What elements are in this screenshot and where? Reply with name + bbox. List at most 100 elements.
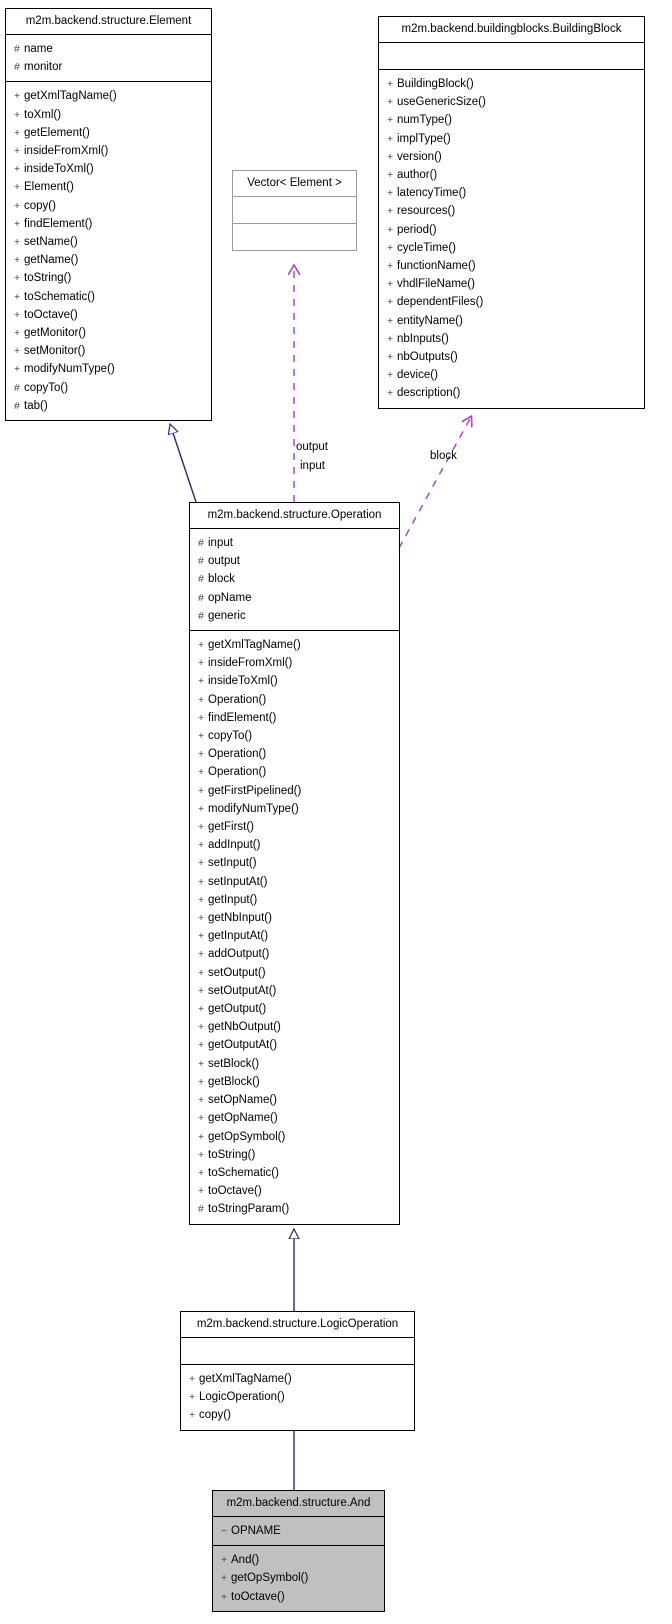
member-name: copy() [24,199,56,212]
member-name: modifyNumType() [24,363,115,376]
class-member-row: ~ OPNAME [213,1522,384,1540]
member-visibility: + [14,327,21,340]
class-member-row: + cycleTime() [379,239,644,257]
member-name: numType() [397,114,452,127]
member-visibility: + [387,78,394,90]
member-visibility: + [387,332,394,345]
class-box-element[interactable]: m2m.backend.structure.Element # name # moni… [5,8,212,422]
class-member-row: + Operation() [190,745,399,763]
class-member-row: + setOutputAt() [190,982,399,1000]
member-name: getOpSymbol() [208,1130,286,1143]
uml-class-diagram: m2m.backend.structure.Element # name # moni… [0,0,672,1624]
class-member-row: + getOutputAt() [190,1036,399,1054]
member-visibility: # [198,555,204,568]
member-visibility: # [198,537,204,549]
member-name: insideToXml() [208,675,278,688]
member-name: getXmlTagName() [199,1373,292,1385]
class-member-row: + toSchematic() [6,288,211,306]
member-name: setOpName() [208,1094,278,1107]
member-visibility: + [387,351,394,364]
class-member-row: + addOutput() [190,945,399,963]
member-visibility: + [14,254,21,267]
member-name: toOctave() [231,1590,285,1603]
class-member-row: + getNbInput() [190,909,399,927]
member-name: output [208,555,240,568]
class-member-row: # output [190,552,399,570]
member-visibility: + [14,363,21,376]
member-name: version() [397,150,442,163]
member-visibility: + [14,145,21,158]
class-member-row: + nbOutputs() [379,348,644,366]
member-name: getOpName() [208,1112,278,1125]
member-visibility: + [198,966,205,979]
member-visibility: + [14,290,21,303]
class-member-row: + getName() [6,251,211,269]
class-member-row: + latencyTime() [379,184,644,202]
member-name: monitor [24,61,63,74]
class-box-logicoperation[interactable]: m2m.backend.structure.LogicOperation + ge… [180,1311,415,1431]
class-member-row: + implType() [379,130,644,148]
class-box-operation[interactable]: m2m.backend.structure.Operation # input # o… [189,502,400,1225]
member-visibility: + [14,308,21,321]
class-member-row: + getFirstPipelined() [190,782,399,800]
edge-label-output: output [296,441,328,453]
class-member-row: + functionName() [379,257,644,275]
member-visibility: + [221,1590,228,1603]
class-member-row: + toOctave() [190,1182,399,1200]
class-member-row: + dependentFiles() [379,293,644,311]
class-methods-vector-element [233,224,356,250]
class-member-row: + insideFromXml() [6,142,211,160]
class-title-vector-element: Vector< Element > [233,171,356,197]
member-visibility: + [14,345,21,358]
member-visibility: + [198,821,205,834]
member-visibility: # [198,1203,204,1216]
class-member-row: + getInputAt() [190,927,399,945]
member-visibility: + [387,223,394,236]
member-visibility: + [198,857,205,870]
member-name: device() [397,369,438,382]
class-title-and: m2m.backend.structure.And [213,1491,384,1517]
member-visibility: + [198,1003,205,1016]
class-member-row: + modifyNumType() [6,360,211,378]
class-member-row: + setName() [6,233,211,251]
member-visibility: + [14,108,21,121]
member-name: toOctave() [24,308,78,321]
class-member-row: + findElement() [190,709,399,727]
member-name: period() [397,223,437,236]
class-member-row: # name [6,40,211,58]
member-visibility: + [198,766,205,779]
member-visibility: + [387,169,394,182]
class-member-row: + setBlock() [190,1055,399,1073]
member-visibility: # [198,609,204,622]
class-title-buildingblock: m2m.backend.buildingblocks.BuildingBlock [379,17,644,43]
class-box-buildingblock[interactable]: m2m.backend.buildingblocks.BuildingBlock… [378,16,645,409]
member-visibility: + [387,96,394,109]
class-methods-buildingblock: + BuildingBlock() + useGenericSize() + numTyp… [379,70,644,408]
member-name: getOpSymbol() [231,1572,309,1585]
member-visibility: + [198,748,205,761]
member-visibility: + [198,984,205,997]
member-name: cycleTime() [397,241,456,254]
member-visibility: + [198,1112,205,1125]
member-name: input [208,537,233,549]
class-member-row: + copy() [181,1406,414,1424]
member-name: getInput() [208,893,258,906]
member-name: toSchematic() [24,290,95,303]
member-name: toStringParam() [208,1203,290,1216]
member-name: setInput() [208,857,257,870]
member-name: generic [208,609,246,622]
class-member-row: + Operation() [190,691,399,709]
class-member-row: + setOpName() [190,1091,399,1109]
member-visibility: + [387,369,394,382]
class-box-and[interactable]: m2m.backend.structure.And ~ OPNAME + And()… [212,1490,385,1612]
class-box-vector-element[interactable]: Vector< Element > [232,170,357,251]
member-visibility: + [387,150,394,163]
member-name: setName() [24,236,78,249]
member-visibility: + [198,657,205,670]
class-member-row: + author() [379,166,644,184]
member-name: insideFromXml() [208,657,293,670]
class-member-row: + BuildingBlock() [379,75,644,93]
member-visibility: + [387,296,394,309]
class-attributes-logicoperation [181,1338,414,1365]
member-visibility: + [387,278,394,291]
